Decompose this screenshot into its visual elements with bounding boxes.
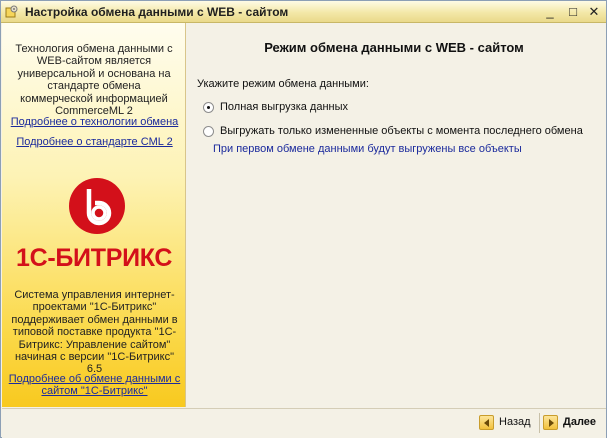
radio-button-icon[interactable] bbox=[203, 126, 214, 137]
technology-link[interactable]: Подробнее о технологии обмена bbox=[6, 116, 183, 128]
minimize-button[interactable]: _ bbox=[542, 4, 558, 19]
first-exchange-note: При первом обмене данными будут выгружен… bbox=[213, 143, 522, 155]
maximize-button[interactable]: □ bbox=[565, 4, 581, 19]
technology-description: Технология обмена данными с WEB-сайтом я… bbox=[15, 43, 173, 118]
footer-separator bbox=[539, 413, 540, 433]
info-sidebar: Технология обмена данными с WEB-сайтом я… bbox=[2, 23, 186, 407]
window-title: Настройка обмена данными с WEB - сайтом bbox=[25, 5, 289, 19]
radio-label[interactable]: Полная выгрузка данных bbox=[220, 101, 348, 113]
mode-prompt-label: Укажите режим обмена данными: bbox=[197, 78, 369, 90]
bitrix-logo-icon bbox=[69, 178, 125, 234]
bitrix-exchange-link[interactable]: Подробнее об обмене данными с сайтом "1С… bbox=[6, 373, 183, 398]
radio-label[interactable]: Выгружать только измененные объекты с мо… bbox=[220, 125, 583, 137]
page-title: Режим обмена данными с WEB - сайтом bbox=[264, 40, 524, 55]
main-content: Режим обмена данными с WEB - сайтом Укаж… bbox=[186, 23, 606, 407]
dialog-window: Настройка обмена данными с WEB - сайтом … bbox=[0, 0, 607, 438]
bitrix-system-description: Система управления интернет-проектами "1… bbox=[11, 289, 178, 376]
next-button-label: Далее bbox=[563, 416, 597, 428]
arrow-left-icon bbox=[479, 415, 494, 430]
radio-button-icon[interactable] bbox=[203, 102, 214, 113]
close-button[interactable]: ✕ bbox=[586, 4, 602, 19]
wizard-footer: Назад Далее bbox=[2, 408, 606, 438]
title-bar[interactable]: Настройка обмена данными с WEB - сайтом … bbox=[1, 1, 606, 23]
back-button-label: Назад bbox=[499, 416, 531, 428]
arrow-right-icon bbox=[543, 415, 558, 430]
bitrix-logo-text: 1С-БИТРИКС bbox=[16, 244, 173, 272]
gear-app-icon bbox=[5, 5, 18, 18]
standard-link[interactable]: Подробнее о стандарте CML 2 bbox=[6, 136, 183, 148]
